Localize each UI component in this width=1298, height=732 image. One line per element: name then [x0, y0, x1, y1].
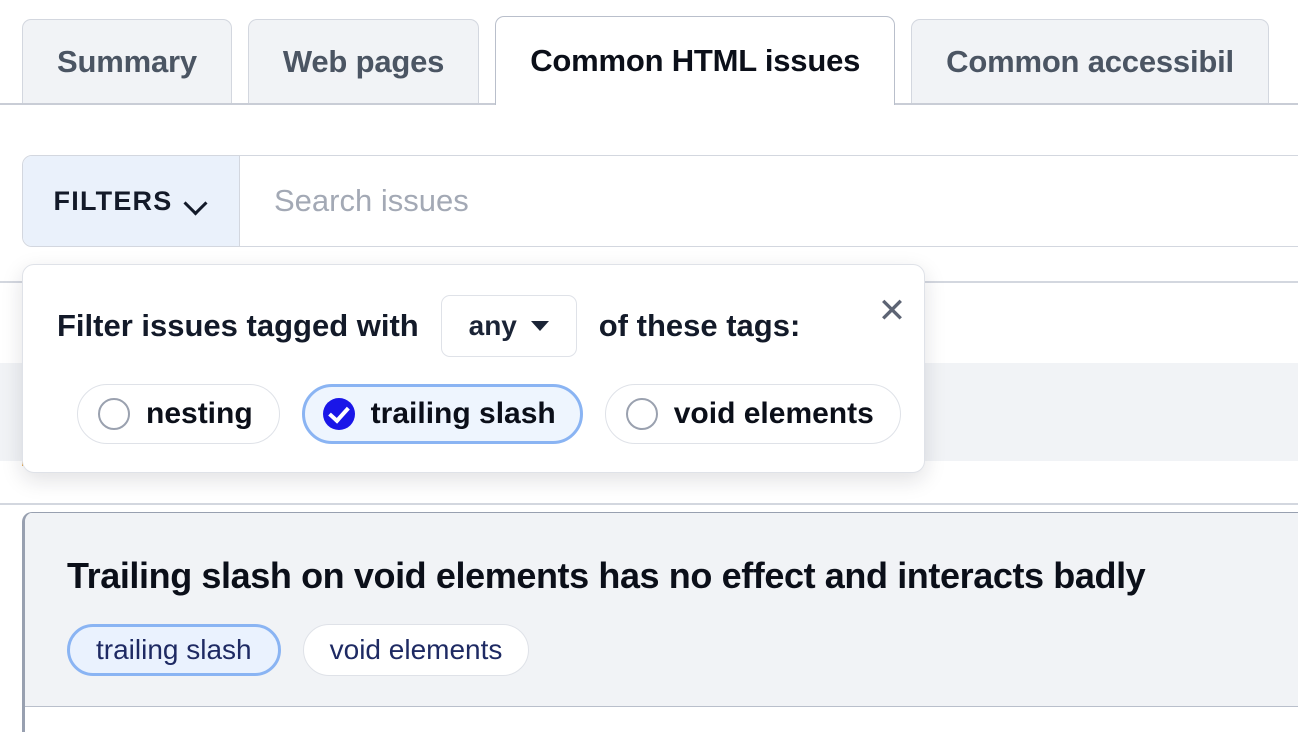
- issue-tag-label: trailing slash: [96, 634, 252, 666]
- close-icon[interactable]: ✕: [870, 289, 914, 333]
- tag-option-void-elements[interactable]: void elements: [604, 384, 901, 444]
- filters-button-label: FILTERS: [53, 185, 173, 216]
- search-toolbar: FILTERS: [22, 155, 1298, 247]
- tab-summary[interactable]: Summary: [22, 19, 232, 103]
- match-mode-value: any: [468, 310, 517, 341]
- checkbox-icon[interactable]: [98, 398, 130, 430]
- match-mode-select[interactable]: any: [440, 295, 577, 357]
- tab-label: Common accessibil: [946, 43, 1234, 79]
- list-divider: [0, 503, 1298, 505]
- tab-web-pages[interactable]: Web pages: [247, 19, 480, 103]
- issue-card-body: [25, 707, 1298, 732]
- tab-bar: Summary Web pages Common HTML issues Com…: [0, 0, 1298, 105]
- issue-tag-trailing-slash[interactable]: trailing slash: [67, 624, 281, 677]
- tag-option-list: nesting trailing slash void elements: [77, 384, 901, 444]
- tab-label: Web pages: [282, 43, 445, 79]
- issue-title: Trailing slash on void elements has no e…: [67, 555, 1146, 596]
- chevron-down-icon: [186, 195, 208, 208]
- tab-common-html-issues[interactable]: Common HTML issues: [495, 16, 896, 105]
- tag-option-label: void elements: [673, 397, 874, 430]
- issue-tag-label: void elements: [329, 634, 503, 666]
- tag-option-trailing-slash[interactable]: trailing slash: [301, 384, 583, 444]
- checkbox-checked-icon[interactable]: [322, 398, 355, 430]
- tab-common-accessibility-issues[interactable]: Common accessibil: [911, 19, 1269, 103]
- filter-panel: Filter issues tagged with any of these t…: [22, 264, 925, 473]
- tab-label: Common HTML issues: [530, 43, 861, 78]
- tag-option-label: nesting: [146, 397, 253, 430]
- filter-suffix-label: of these tags:: [598, 308, 801, 343]
- app-page: Summary Web pages Common HTML issues Com…: [0, 0, 1298, 732]
- tag-option-nesting[interactable]: nesting: [77, 384, 280, 444]
- filters-button[interactable]: FILTERS: [23, 156, 240, 246]
- filter-panel-header: Filter issues tagged with any of these t…: [57, 295, 898, 357]
- issue-card-header: Trailing slash on void elements has no e…: [25, 513, 1298, 708]
- tag-option-label: trailing slash: [370, 397, 556, 430]
- issue-tag-list: trailing slash void elements: [67, 624, 1298, 677]
- tab-label: Summary: [57, 43, 197, 79]
- filter-prefix-label: Filter issues tagged with: [57, 308, 419, 343]
- caret-down-icon: [530, 321, 549, 331]
- issue-card[interactable]: Trailing slash on void elements has no e…: [22, 512, 1298, 732]
- search-input[interactable]: [240, 156, 1298, 246]
- issue-tag-void-elements[interactable]: void elements: [302, 624, 530, 677]
- checkbox-icon[interactable]: [625, 398, 658, 430]
